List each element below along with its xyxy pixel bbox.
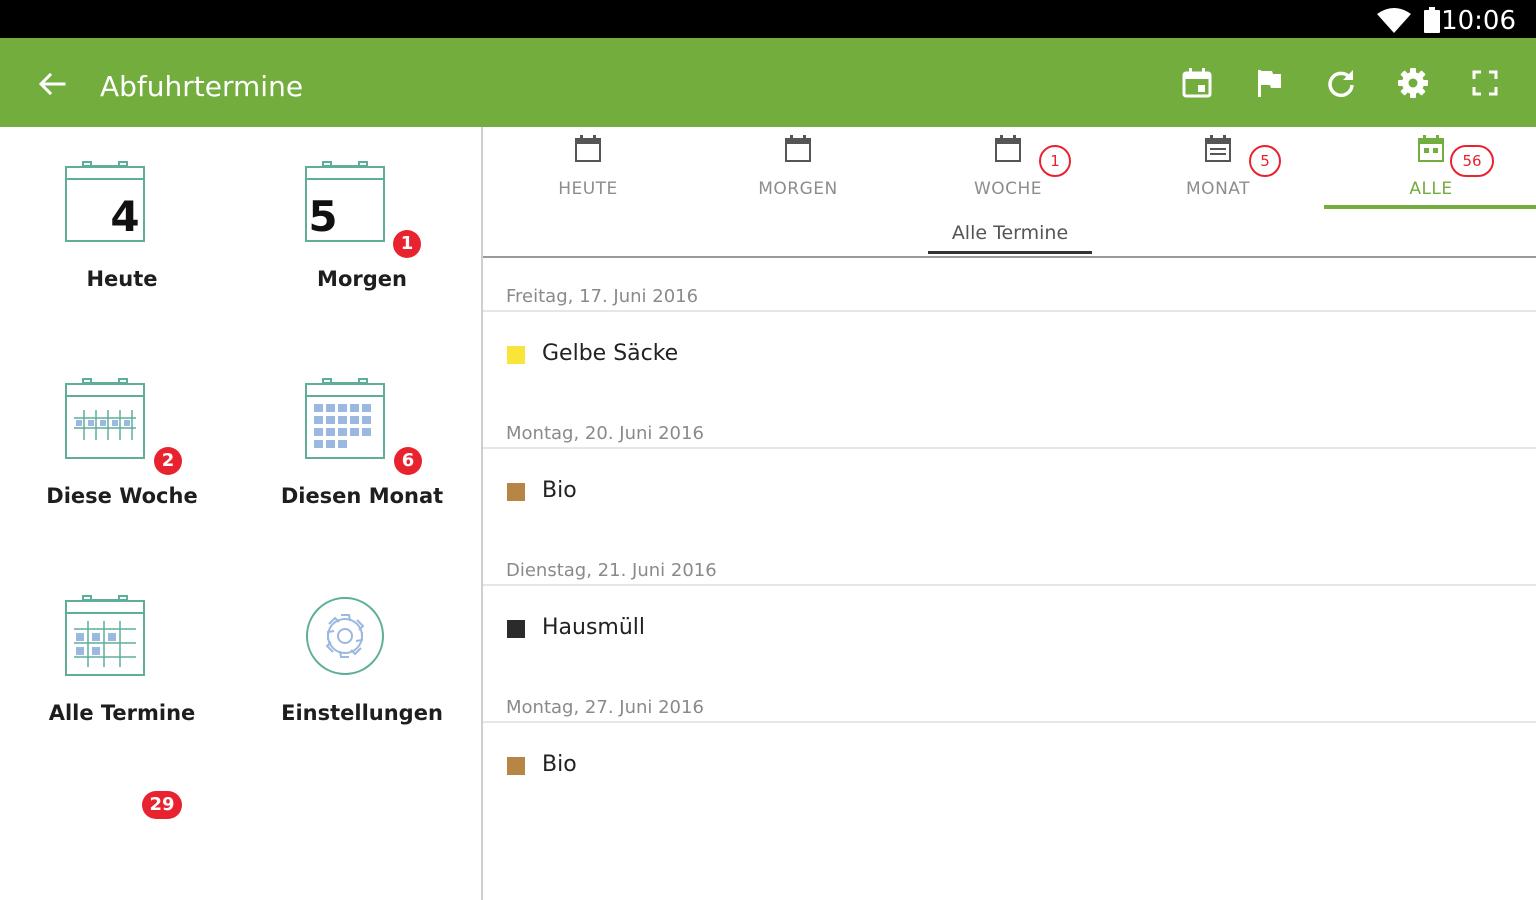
badge-alle: 29: [142, 791, 182, 819]
color-swatch: [507, 620, 525, 638]
date-label: Freitag, 17. Juni 2016: [506, 286, 699, 307]
calendar-week-icon: [65, 378, 145, 459]
tab-label: ALLE: [1409, 179, 1453, 199]
calendar-list-icon: [1205, 135, 1231, 162]
tab-monat[interactable]: MONAT 5: [1113, 127, 1323, 211]
tab-label: HEUTE: [558, 179, 618, 199]
date-label: Montag, 27. Juni 2016: [506, 697, 704, 718]
tab-alle[interactable]: ALLE 56: [1326, 127, 1536, 211]
settings-gear-icon: [306, 597, 384, 675]
tile-label: Diesen Monat: [280, 484, 444, 508]
badge-woche: 2: [154, 447, 182, 475]
badge-morgen: 1: [393, 230, 421, 258]
tile-diese-woche[interactable]: 2 Diese Woche: [2, 346, 202, 546]
calendar-icon: [785, 135, 811, 162]
tab-badge: 1: [1039, 145, 1071, 177]
tile-alle-termine[interactable]: 29 Alle Termine: [2, 563, 202, 819]
waste-type: Hausmüll: [542, 615, 646, 640]
refresh-icon[interactable]: [1324, 66, 1358, 100]
badge-monat: 6: [394, 447, 422, 475]
tile-label: Diese Woche: [46, 484, 198, 508]
clock: 10:06: [1441, 6, 1516, 36]
date-header: Montag, 20. Juni 2016: [483, 395, 1536, 449]
list-item[interactable]: Gelbe Säcke: [483, 312, 1536, 395]
calendar-icon: [995, 135, 1021, 162]
tile-einstellungen[interactable]: Einstellungen: [242, 563, 443, 763]
tile-label: Alle Termine: [48, 701, 196, 725]
fullscreen-icon[interactable]: [1468, 66, 1502, 100]
wifi-icon: [1377, 8, 1411, 33]
calendar-icon: [575, 135, 601, 162]
flag-icon[interactable]: [1252, 66, 1286, 100]
tile-heute[interactable]: 4 Heute: [2, 129, 202, 329]
battery-icon: [1424, 7, 1440, 33]
calendar-event-icon[interactable]: [1180, 66, 1214, 100]
back-arrow-icon[interactable]: [36, 68, 68, 100]
active-tab-indicator: [1324, 205, 1536, 209]
tile-label: Einstellungen: [281, 701, 443, 725]
tile-label: Heute: [86, 267, 158, 291]
appointment-list: Freitag, 17. Juni 2016 Gelbe Säcke Monta…: [483, 258, 1536, 806]
color-swatch: [507, 757, 525, 775]
tab-bar: HEUTE MORGEN WOCHE 1 MONAT 5 ALLE 56: [483, 127, 1536, 211]
tab-label: WOCHE: [973, 179, 1043, 199]
waste-type: Bio: [542, 478, 577, 503]
calendar-all-icon: [1418, 135, 1444, 162]
calendar-day-number: 5: [308, 192, 338, 241]
waste-type: Bio: [542, 752, 577, 777]
color-swatch: [507, 346, 525, 364]
tab-badge: 5: [1249, 145, 1281, 177]
tab-badge: 56: [1450, 145, 1494, 177]
date-label: Dienstag, 21. Juni 2016: [506, 560, 717, 581]
settings-icon[interactable]: [1396, 66, 1430, 100]
status-bar: 10:06: [0, 0, 1536, 38]
list-item[interactable]: Hausmüll: [483, 586, 1536, 669]
date-label: Montag, 20. Juni 2016: [506, 423, 704, 444]
app-bar: Abfuhrtermine: [0, 38, 1536, 127]
subtitle-underline: [928, 251, 1092, 254]
list-item[interactable]: Bio: [483, 449, 1536, 532]
date-header: Freitag, 17. Juni 2016: [483, 258, 1536, 312]
calendar-day-number: 4: [110, 192, 140, 241]
shortcut-grid: 4 Heute 5 1 Morgen 2 Diese Woche 6 Diese…: [0, 127, 481, 900]
tab-label: MONAT: [1186, 179, 1250, 199]
waste-type: Gelbe Säcke: [542, 341, 679, 366]
calendar-all-icon: [65, 595, 145, 676]
tab-label: MORGEN: [758, 179, 838, 199]
page-title: Abfuhrtermine: [100, 70, 304, 103]
tile-label: Morgen: [317, 267, 407, 291]
date-header: Dienstag, 21. Juni 2016: [483, 532, 1536, 586]
date-header: Montag, 27. Juni 2016: [483, 669, 1536, 723]
tab-woche[interactable]: WOCHE 1: [903, 127, 1113, 211]
tile-diesen-monat[interactable]: 6 Diesen Monat: [242, 346, 443, 546]
list-item[interactable]: Bio: [483, 723, 1536, 806]
tab-heute[interactable]: HEUTE: [483, 127, 693, 211]
list-subtitle: Alle Termine: [951, 222, 1069, 244]
color-swatch: [507, 483, 525, 501]
tile-morgen[interactable]: 5 1 Morgen: [242, 129, 442, 329]
calendar-month-icon: [305, 378, 385, 459]
tab-morgen[interactable]: MORGEN: [693, 127, 903, 211]
